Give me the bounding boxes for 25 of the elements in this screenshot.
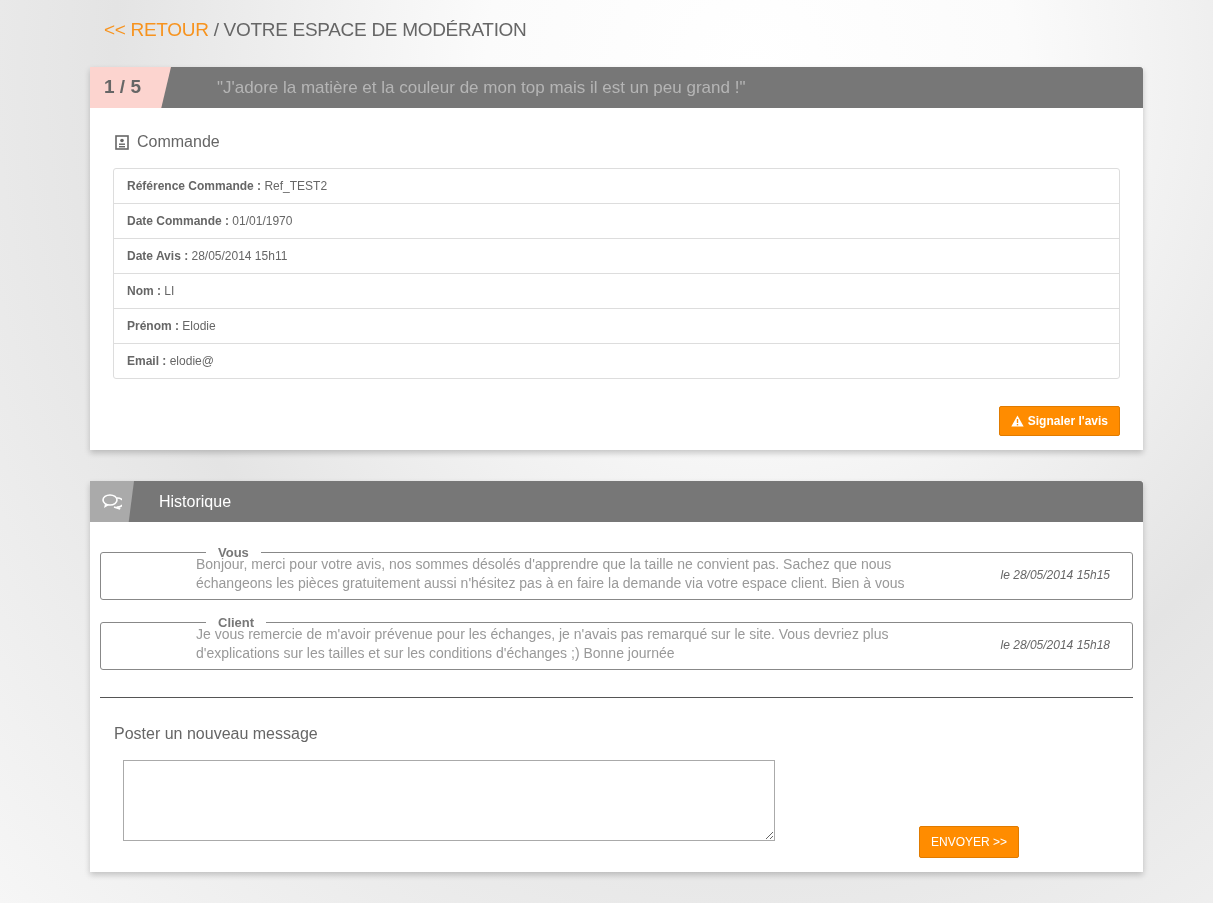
warning-icon <box>1010 415 1024 427</box>
new-message-label: Poster un nouveau message <box>113 724 319 744</box>
message-author: Vous <box>218 546 250 559</box>
order-field: Email : elodie@ <box>114 343 1119 378</box>
message-field[interactable] <box>123 760 775 841</box>
order-icon <box>115 134 129 150</box>
review-quote: "J'adore la matière et la couleur de mon top mais il est un peu grand !" <box>217 76 746 99</box>
review-counter: 1 / 5 <box>90 67 171 108</box>
section-title: Commande <box>137 132 220 152</box>
back-link[interactable]: << RETOUR <box>104 19 209 40</box>
order-field: Prénom : Elodie <box>114 308 1119 343</box>
chat-bubbles-icon <box>102 493 122 510</box>
page-title: / VOTRE ESPACE DE MODÉRATION <box>213 19 527 40</box>
history-title: Historique <box>159 491 232 512</box>
message-date: le 28/05/2014 15h15 <box>1000 567 1110 584</box>
report-button[interactable]: Signaler l'avis <box>998 406 1120 436</box>
send-button[interactable]: ENVOYER >> <box>919 826 1020 858</box>
order-field: Date Commande : 01/01/1970 <box>114 203 1119 238</box>
message-date: le 28/05/2014 15h18 <box>1000 637 1110 654</box>
order-field: Nom : LI <box>114 273 1119 308</box>
order-field: Date Avis : 28/05/2014 15h11 <box>114 238 1119 273</box>
message-author: Client <box>217 616 255 629</box>
order-field: Référence Commande : Ref_TEST2 <box>114 169 1119 203</box>
message-text: Je vous remercie de m'avoir prévenue pour les échanges, je n'avais pas remarqué sur le site. Vous devriez plus d'explications sur les tailles et sur les conditions d'échanges ;) Bonne journée <box>196 626 890 663</box>
message-text: Bonjour, merci pour votre avis, nos sommes désolés d'apprendre que la taille ne convient pas. Sachez que nous échangeons les pièces gratuitement aussi n'hésitez pas à en faire la demande via votre espace client. Bien à vous <box>196 556 906 593</box>
